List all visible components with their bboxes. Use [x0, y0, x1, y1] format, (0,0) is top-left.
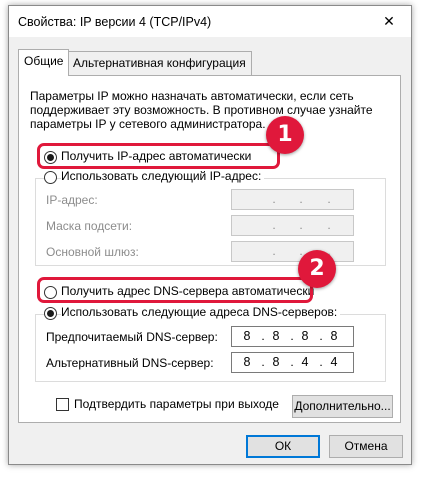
alternate-dns-octet-3: 4 — [301, 355, 309, 369]
title-bar: Свойства: IP версии 4 (TCP/IPv4) ✕ — [9, 6, 411, 37]
preferred-dns-octet-3: 8 — [301, 329, 309, 343]
description-line-2: поддерживает эту возможность. В противно… — [30, 103, 373, 117]
subnet-mask-field: ... — [231, 215, 354, 236]
alternate-dns-label: Альтернативный DNS-сервер: — [46, 356, 214, 370]
description-line-1: Параметры IP можно назначать автоматичес… — [30, 89, 354, 103]
preferred-dns-octet-2: 8 — [272, 329, 280, 343]
tab-general[interactable]: Общие — [18, 49, 70, 76]
default-gateway-label: Основной шлюз: — [46, 245, 139, 259]
preferred-dns-label: Предпочитаемый DNS-сервер: — [46, 330, 218, 344]
alternate-dns-octet-2: 8 — [272, 355, 280, 369]
annotation-badge-1: 1 — [266, 116, 304, 154]
preferred-dns-octet-4: 8 — [330, 329, 338, 343]
general-tab-panel: Параметры IP можно назначать автоматичес… — [18, 75, 401, 423]
annotation-highlight-2 — [37, 277, 313, 303]
close-button[interactable]: ✕ — [367, 6, 411, 37]
ip-manual-label[interactable]: Использовать следующий IP-адрес: — [61, 169, 265, 183]
preferred-dns-field[interactable]: 8 . 8 . 8 . 8 — [231, 326, 354, 347]
preferred-dns-octet-1: 8 — [243, 329, 251, 343]
description-line-3: параметры IP у сетевого администратора. — [30, 117, 266, 131]
subnet-mask-label: Маска подсети: — [46, 219, 133, 233]
alternate-dns-octet-1: 8 — [243, 355, 251, 369]
tab-alternate-config[interactable]: Альтернативная конфигурация — [67, 51, 252, 75]
cancel-button[interactable]: Отмена — [329, 435, 403, 458]
ip-manual-radio[interactable] — [44, 171, 57, 184]
window-title: Свойства: IP версии 4 (TCP/IPv4) — [18, 15, 212, 29]
validate-label[interactable]: Подтвердить параметры при выходе — [74, 397, 279, 411]
annotation-highlight-1 — [37, 143, 280, 169]
dns-manual-label[interactable]: Использовать следующие адреса DNS-сервер… — [61, 305, 341, 319]
ip-address-label: IP-адрес: — [46, 193, 98, 207]
validate-checkbox[interactable] — [56, 398, 69, 411]
dns-manual-radio[interactable] — [44, 307, 57, 320]
alternate-dns-field[interactable]: 8 . 8 . 4 . 4 — [231, 352, 354, 373]
alternate-dns-octet-4: 4 — [330, 355, 338, 369]
default-gateway-field: ... — [231, 241, 354, 262]
close-icon: ✕ — [383, 13, 395, 29]
tcpip-properties-dialog: Свойства: IP версии 4 (TCP/IPv4) ✕ Общие… — [8, 5, 412, 465]
annotation-badge-2: 2 — [298, 250, 336, 288]
ok-button[interactable]: ОК — [246, 435, 320, 458]
advanced-button[interactable]: Дополнительно... — [292, 395, 393, 418]
ip-address-field: ... — [231, 189, 354, 210]
